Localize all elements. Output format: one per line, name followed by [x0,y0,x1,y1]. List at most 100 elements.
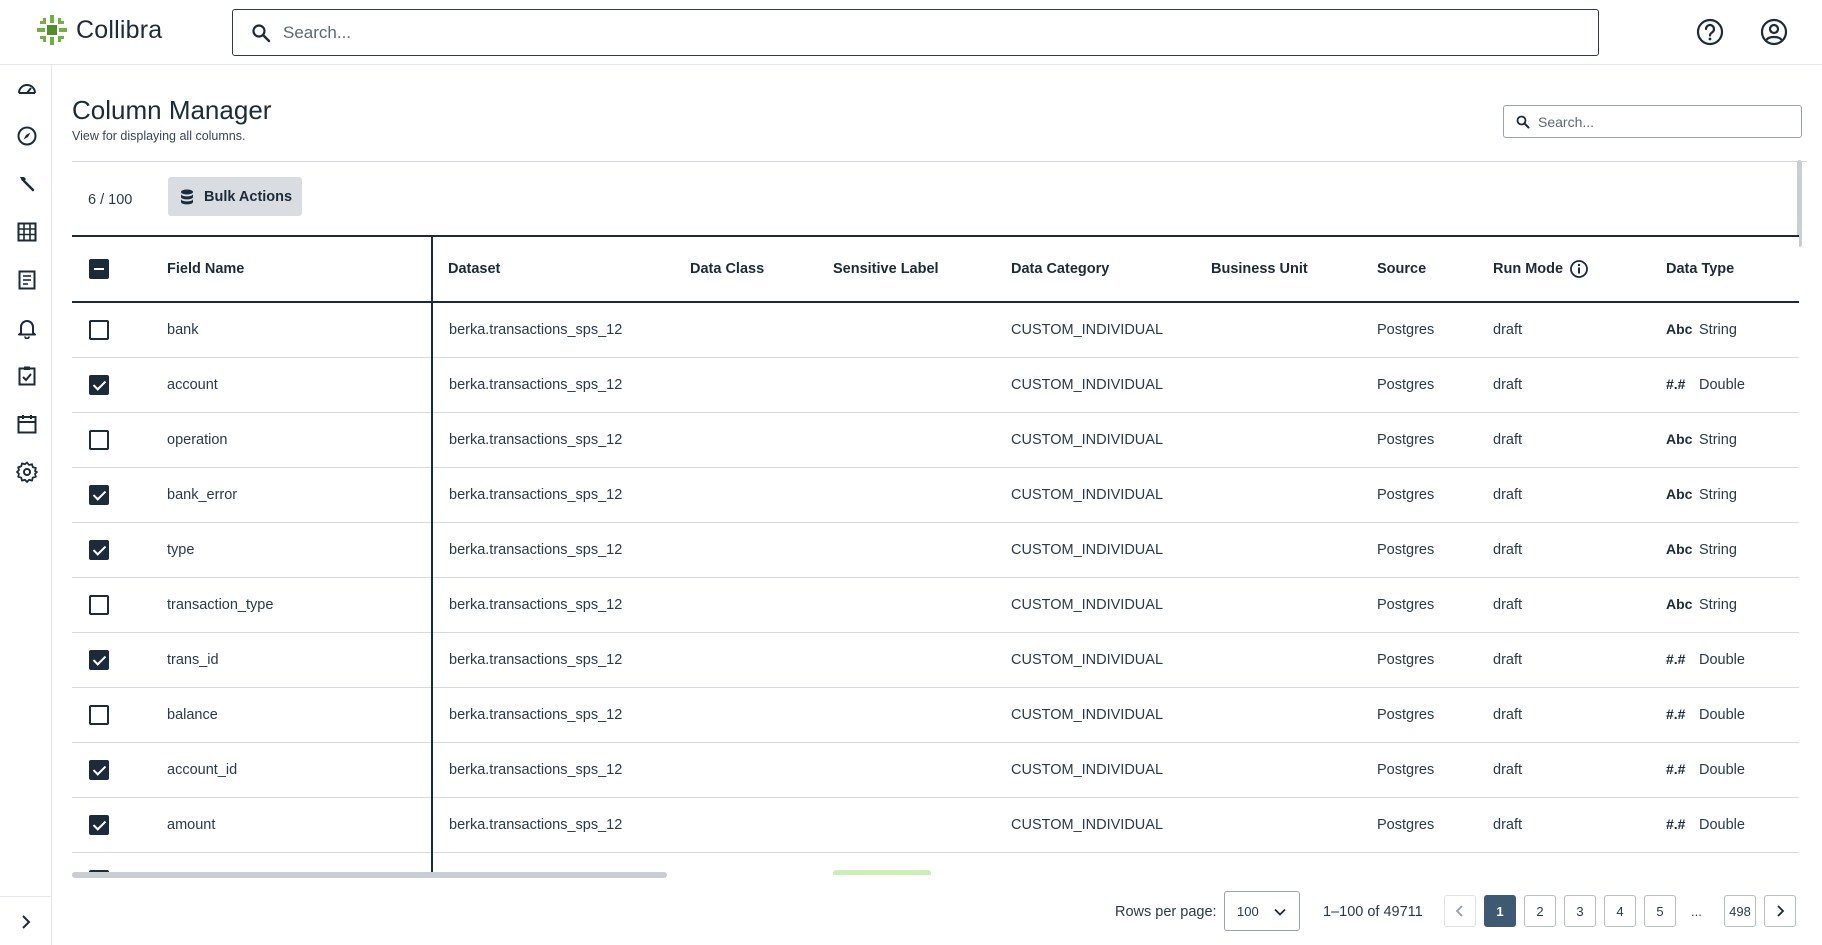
header-source[interactable]: Source [1377,237,1493,303]
page-button-4[interactable]: 4 [1604,895,1636,927]
table-row[interactable]: account_id berka.transactions_sps_12 CUSTO… [72,742,1799,798]
bulk-actions-button[interactable]: Bulk Actions [168,177,302,216]
column-search[interactable] [1503,105,1802,138]
help-icon[interactable] [1695,17,1725,47]
alerts-icon[interactable] [16,317,38,339]
table-row[interactable]: operation berka.transactions_sps_12 CUSTOM… [72,412,1799,468]
run-mode-cell: draft [1493,632,1666,688]
row-checkbox[interactable] [89,319,109,340]
row-checkbox[interactable] [89,484,109,505]
select-all-checkbox[interactable] [89,259,109,279]
explore-icon[interactable] [16,125,38,147]
bulk-actions-label: Bulk Actions [204,188,293,205]
source-cell [1377,852,1493,875]
database-icon [181,189,193,204]
brand-logo[interactable]: Collibra [36,14,162,46]
field-name-cell: operation [167,412,433,468]
header-data-class[interactable]: Data Class [690,237,833,303]
row-select-cell [72,742,167,798]
row-checkbox[interactable] [89,649,109,670]
tools-icon[interactable] [16,173,38,195]
table-row[interactable]: balance berka.transactions_sps_12 CUSTOM_I… [72,687,1799,743]
row-select-cell [72,577,167,633]
field-name-cell: account [167,357,433,413]
page-button-3[interactable]: 3 [1564,895,1596,927]
sensitive-label-cell [833,852,1011,875]
sensitive-label-cell [833,522,1011,578]
run-mode-cell [1493,852,1666,875]
chevron-right-icon [1777,905,1785,917]
vertical-scrollbar[interactable] [1797,160,1802,247]
header-data-category[interactable]: Data Category [1011,237,1211,303]
column-search-input[interactable] [1538,113,1788,130]
run-mode-cell: draft [1493,412,1666,468]
row-checkbox[interactable] [89,759,109,780]
row-checkbox[interactable] [89,539,109,560]
data-type-icon: Abc [1666,431,1693,447]
header-field-name[interactable]: Field Name [167,237,433,303]
data-class-cell [690,357,833,413]
chevron-down-icon [1274,908,1286,916]
catalog-icon[interactable] [16,221,38,243]
horizontal-scrollbar[interactable] [72,872,667,878]
reports-icon[interactable] [16,269,38,291]
table-row[interactable]: amount berka.transactions_sps_12 CUSTOM_IN… [72,797,1799,853]
tasks-icon[interactable] [16,365,38,387]
dataset-cell: berka.transactions_sps_12 [432,522,690,578]
header-data-type[interactable]: Data Type [1666,237,1799,303]
row-select-cell [72,357,167,413]
row-select-cell [72,687,167,743]
pagination: Rows per page: 100 1–100 of 49711 12345 … [52,885,1822,935]
data-type-label: Double [1699,707,1745,723]
data-type-cell [1666,852,1799,875]
expand-nav-button[interactable] [0,896,52,945]
run-mode-cell: draft [1493,742,1666,798]
header-business-unit[interactable]: Business Unit [1211,237,1377,303]
row-checkbox[interactable] [89,374,109,395]
page-subtitle: View for displaying all columns. [72,129,246,143]
settings-icon[interactable] [16,461,38,483]
data-category-cell [1011,852,1211,875]
data-class-cell [690,632,833,688]
table-row[interactable]: type berka.transactions_sps_12 CUSTOM_INDI… [72,522,1799,578]
header-sensitive-label[interactable]: Sensitive Label [833,237,1011,303]
field-name-cell: bank [167,302,433,358]
global-search-input[interactable] [283,22,1483,43]
page-button-1[interactable]: 1 [1484,895,1516,927]
sensitive-label-cell [833,632,1011,688]
dataset-cell: berka.transactions_sps_12 [432,357,690,413]
table-row[interactable]: account berka.transactions_sps_12 CUSTOM_I… [72,357,1799,413]
table-row[interactable]: transaction_type berka.transactions_sps_1… [72,577,1799,633]
prev-page-button[interactable] [1444,895,1476,927]
page-button-last[interactable]: 498 [1724,895,1756,927]
dataset-cell: berka.transactions_sps_12 [432,302,690,358]
data-category-cell: CUSTOM_INDIVIDUAL [1011,357,1211,413]
data-type-icon: #.# [1666,651,1686,667]
row-checkbox[interactable] [89,594,109,615]
row-checkbox[interactable] [89,814,109,835]
dashboard-icon[interactable] [16,78,38,100]
next-page-button[interactable] [1764,895,1796,927]
page-button-5[interactable]: 5 [1644,895,1676,927]
data-type-label: String [1699,542,1737,558]
header-dataset[interactable]: Dataset [432,237,690,303]
row-checkbox[interactable] [89,704,109,725]
data-category-cell: CUSTOM_INDIVIDUAL [1011,632,1211,688]
row-select-cell [72,797,167,853]
table-row[interactable]: trans_id berka.transactions_sps_12 CUSTOM_… [72,632,1799,688]
rows-per-page-select[interactable]: 100 [1224,891,1300,931]
calendar-icon[interactable] [16,413,38,435]
dataset-cell: berka.transactions_sps_12 [432,632,690,688]
data-class-cell [690,797,833,853]
data-type-icon: Abc [1666,596,1693,612]
table-row[interactable]: bank berka.transactions_sps_12 CUSTOM_INDI… [72,302,1799,358]
account-icon[interactable] [1759,17,1789,47]
global-search[interactable] [232,9,1599,56]
row-checkbox[interactable] [89,429,109,450]
info-icon[interactable] [1569,259,1589,279]
table-row[interactable]: bank_error berka.transactions_sps_12 CUSTO… [72,467,1799,523]
business-unit-cell [1211,412,1377,468]
run-mode-cell: draft [1493,687,1666,743]
page-button-2[interactable]: 2 [1524,895,1556,927]
header-run-mode[interactable]: Run Mode [1493,237,1666,303]
